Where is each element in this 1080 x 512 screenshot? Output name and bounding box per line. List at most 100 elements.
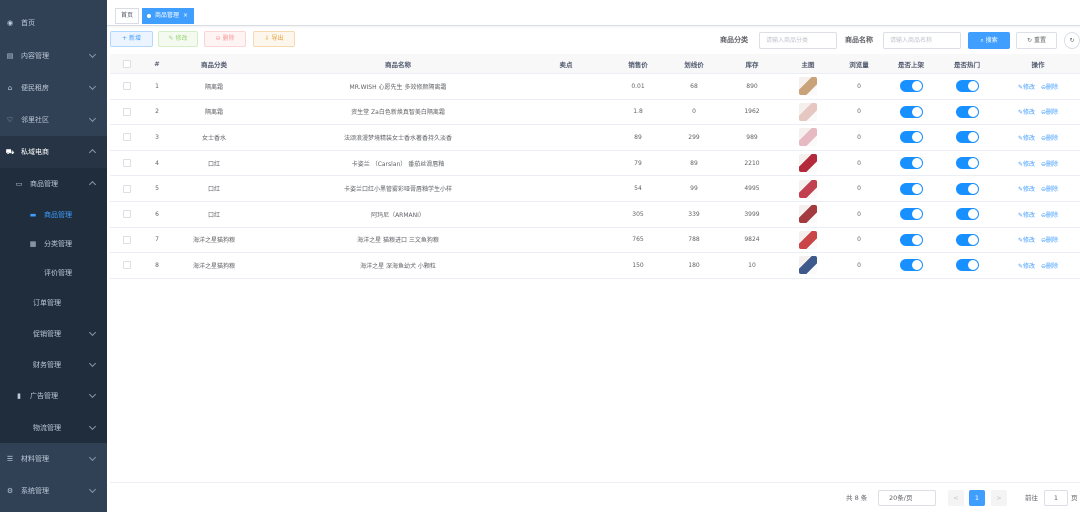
- page-number-current[interactable]: 1: [969, 490, 985, 506]
- row-edit-button[interactable]: ✎修改: [1018, 107, 1035, 116]
- grid-icon: ▦: [29, 239, 37, 248]
- row-delete-button[interactable]: ⊖删除: [1041, 210, 1058, 219]
- goto-page-input[interactable]: 1: [1044, 490, 1068, 506]
- select-all-cell[interactable]: [110, 54, 144, 73]
- hot-toggle[interactable]: [955, 131, 979, 144]
- row-edit-button[interactable]: ✎修改: [1018, 159, 1035, 168]
- goto-label: 前往: [1025, 494, 1038, 502]
- select-all-checkbox[interactable]: [123, 59, 131, 68]
- search-button[interactable]: ⌕ 搜索: [968, 32, 1010, 49]
- table-row[interactable]: 7 海洋之星猫狗粮 海洋之星 猫粮进口 三文鱼狗粮 765 788 9824 0 ✎修改 ⊖删除: [110, 228, 1080, 254]
- delete-button[interactable]: ⊖ 删除: [204, 31, 246, 47]
- table-row[interactable]: 3 女士香水 法颂浪漫梦境精装女士香水著香持久淡香 89 299 989 0 ✎修改 ⊖删除: [110, 125, 1080, 151]
- product-image[interactable]: [799, 179, 817, 198]
- cell-hot: [938, 202, 996, 227]
- row-delete-button[interactable]: ⊖删除: [1041, 82, 1058, 91]
- row-checkbox[interactable]: [123, 184, 131, 193]
- on-sale-toggle[interactable]: [899, 233, 923, 246]
- on-sale-toggle[interactable]: [899, 80, 923, 93]
- sidebar-item-rental[interactable]: ⌂ 便民租房: [0, 72, 107, 104]
- sidebar-item-ads[interactable]: ▮ 广告管理: [0, 380, 107, 412]
- sidebar-item-review[interactable]: 评价管理: [0, 258, 107, 287]
- on-sale-toggle[interactable]: [899, 157, 923, 170]
- on-sale-toggle[interactable]: [899, 182, 923, 195]
- prev-page-button[interactable]: <: [948, 490, 964, 506]
- product-image[interactable]: [799, 102, 817, 121]
- reset-button[interactable]: ↻ 重置: [1016, 32, 1057, 49]
- hot-toggle[interactable]: [955, 80, 979, 93]
- row-checkbox[interactable]: [123, 159, 131, 168]
- row-delete-button[interactable]: ⊖删除: [1041, 184, 1058, 193]
- row-delete-button[interactable]: ⊖删除: [1041, 107, 1058, 116]
- product-image[interactable]: [799, 256, 817, 275]
- sidebar-item-ecommerce[interactable]: ⛟ 私域电商: [0, 136, 107, 168]
- on-sale-toggle[interactable]: [899, 131, 923, 144]
- hot-toggle[interactable]: [955, 208, 979, 221]
- on-sale-toggle[interactable]: [899, 105, 923, 118]
- row-edit-button[interactable]: ✎修改: [1018, 82, 1035, 91]
- edit-button[interactable]: ✎ 修改: [158, 31, 198, 47]
- row-delete-button[interactable]: ⊖删除: [1041, 235, 1058, 244]
- row-checkbox[interactable]: [123, 210, 131, 219]
- refresh-button[interactable]: ↻: [1064, 32, 1080, 49]
- row-delete-button[interactable]: ⊖删除: [1041, 261, 1058, 270]
- sidebar-item-logistics[interactable]: 物流管理: [0, 412, 107, 443]
- sidebar-item-community[interactable]: ♡ 邻里社区: [0, 104, 107, 136]
- close-icon[interactable]: ×: [183, 12, 188, 19]
- sidebar-item-product-group[interactable]: ▭ 商品管理: [0, 168, 107, 200]
- row-checkbox[interactable]: [123, 235, 131, 244]
- cell-origin-price: 788: [688, 236, 700, 244]
- sidebar-item-promotion[interactable]: 促销管理: [0, 318, 107, 349]
- pagination-divider: [110, 482, 1080, 483]
- hot-toggle[interactable]: [955, 105, 979, 118]
- sidebar-item-content[interactable]: ▤ 内容管理: [0, 40, 107, 72]
- next-page-button[interactable]: >: [991, 490, 1007, 506]
- product-image[interactable]: [799, 128, 817, 147]
- sidebar-item-finance[interactable]: 财务管理: [0, 349, 107, 380]
- table-row[interactable]: 6 口红 阿玛尼（ARMANI） 305 339 3999 0 ✎修改 ⊖删除: [110, 202, 1080, 228]
- category-input[interactable]: 请输入商品分类: [759, 32, 837, 49]
- name-input[interactable]: 请输入商品名称: [883, 32, 961, 49]
- table-row[interactable]: 4 口红 卡姿兰 （Carslan） 番茄丝滑唇釉 79 89 2210 0 ✎修改 ⊖删除: [110, 151, 1080, 177]
- row-checkbox[interactable]: [123, 82, 131, 91]
- hot-toggle[interactable]: [955, 259, 979, 272]
- product-image[interactable]: [799, 77, 817, 96]
- row-delete-button[interactable]: ⊖删除: [1041, 159, 1058, 168]
- cell-index: 2: [155, 108, 159, 116]
- hot-toggle[interactable]: [955, 157, 979, 170]
- table-row[interactable]: 2 隔离霜 资生堂 Za白色新焕真智美白隔离霜 1.8 0 1962 0 ✎修改 ⊖删除: [110, 100, 1080, 126]
- export-button[interactable]: ⇩ 导出: [253, 31, 295, 47]
- page-size-select[interactable]: 20条/页: [878, 490, 936, 506]
- sidebar-item-label: 促销管理: [33, 329, 61, 338]
- table-row[interactable]: 8 海洋之星猫狗粮 海洋之星 深海鱼幼犬 小颗粒 150 180 10 0 ✎修改 ⊖删除: [110, 253, 1080, 279]
- product-image[interactable]: [799, 154, 817, 173]
- sidebar-item-home[interactable]: ◉ 首页: [0, 6, 107, 40]
- row-edit-button[interactable]: ✎修改: [1018, 235, 1035, 244]
- hot-toggle[interactable]: [955, 233, 979, 246]
- tab-label: 商品管理: [155, 12, 180, 19]
- table-row[interactable]: 1 隔离霜 MR.WISH 心愿先生 多效修颜隔离霜 0.01 68 890 0 ✎修改 ⊖删除: [110, 74, 1080, 100]
- tab-home[interactable]: 首页: [115, 8, 140, 24]
- row-checkbox-cell: [110, 125, 144, 150]
- hot-toggle[interactable]: [955, 182, 979, 195]
- row-edit-button[interactable]: ✎修改: [1018, 133, 1035, 142]
- row-checkbox[interactable]: [123, 107, 131, 116]
- row-delete-button[interactable]: ⊖删除: [1041, 133, 1058, 142]
- tab-product-manage[interactable]: 商品管理 ×: [142, 8, 195, 24]
- row-edit-button[interactable]: ✎修改: [1018, 210, 1035, 219]
- on-sale-toggle[interactable]: [899, 208, 923, 221]
- sidebar-item-orders[interactable]: 订单管理: [0, 287, 107, 318]
- on-sale-toggle[interactable]: [899, 259, 923, 272]
- row-edit-button[interactable]: ✎修改: [1018, 261, 1035, 270]
- product-image[interactable]: [799, 230, 817, 249]
- row-checkbox[interactable]: [123, 133, 131, 142]
- table-row[interactable]: 5 口红 卡姿兰口红小黑管雾彩哑膏唇釉学生小样 54 99 4995 0 ✎修改 ⊖删除: [110, 176, 1080, 202]
- sidebar-item-materials[interactable]: ☰ 材料管理: [0, 443, 107, 475]
- sidebar-item-category[interactable]: ▦ 分类管理: [0, 229, 107, 258]
- product-image[interactable]: [799, 205, 817, 224]
- add-button[interactable]: + 新增: [110, 31, 153, 47]
- row-edit-button[interactable]: ✎修改: [1018, 184, 1035, 193]
- row-checkbox[interactable]: [123, 261, 131, 270]
- sidebar-item-product-manage[interactable]: ▬ 商品管理: [0, 200, 107, 229]
- sidebar-item-system[interactable]: ⚙ 系统管理: [0, 475, 107, 507]
